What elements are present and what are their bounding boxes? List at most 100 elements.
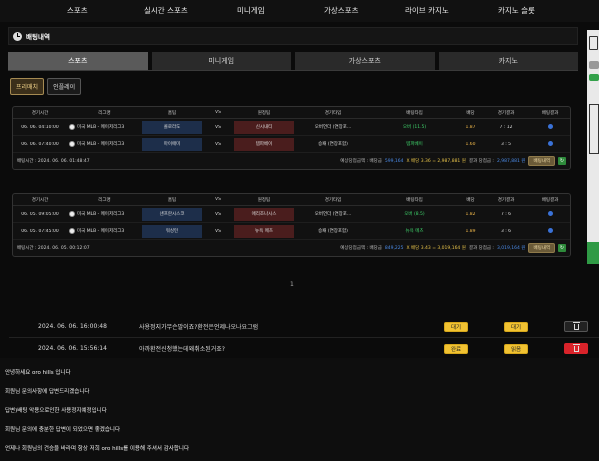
bet-result [528,140,572,148]
trash-icon [572,321,580,330]
bet-amount: 599,164 [384,158,404,164]
flag-icon [69,124,75,130]
col-time: 경기시간 [31,110,49,116]
logo-icon [589,36,598,50]
col-time: 경기시간 [31,197,49,203]
status-badge: 완료 [444,343,469,354]
divider [8,70,578,71]
answer-panel: 안녕하세요 oro hills 입니다 회원님 문의사항에 답변드리겠습니다 답… [0,358,599,461]
subtab-prematch[interactable]: 프리매치 [10,78,45,95]
inquiry-title[interactable]: 사용정지가무슨말이죠?환전은언제나오나요그럼 [139,322,258,331]
nav-live-sports[interactable]: 실시간 스포츠 [144,5,188,16]
inquiry-title[interactable]: 아까환전신청했는데왜취소된거죠? [139,344,225,353]
match-type: 승패 (연장포함) [318,142,348,147]
bet-time: 배팅시간 : 2024. 06. 05. 00:12:07 [17,246,90,251]
match-score: 3 : 6 [500,228,512,234]
table-header: 경기시간 리그명 홈팀 VS 원정팀 경기타입 배팅타입 배당 경기결과 배팅결… [13,107,570,119]
answer-line: 안녕하세요 oro hills 입니다 [5,370,71,376]
bet-time: 배팅시간 : 2024. 06. 06. 01:48:47 [17,159,90,164]
refresh-icon[interactable]: ↻ [558,157,566,165]
clock-icon [13,31,22,41]
home-team: 마이애미 [142,137,202,151]
bet-multiplier: X 배당 3.43 = 3,019,164 원 [406,246,466,251]
flag-icon [69,228,75,234]
league-name: 미국 MLB - 메이저리그3 [77,125,125,130]
table-header: 경기시간 리그명 홈팀 VS 원정팀 경기타입 배팅타입 배당 경기결과 배팅결… [13,194,570,206]
list-item[interactable]: 2024. 06. 06. 16:00:48 사용정지가무슨말이죠?환전은언제나… [9,316,599,338]
bet-summary: 예상당첨금액 : 배당금 599,164 X 배당 3.36 = 2,987,8… [340,156,566,166]
status-badge: 대기 [444,321,469,332]
side-box [589,104,599,154]
tab-sports[interactable]: 스포츠 [8,52,148,70]
refresh-icon[interactable]: ↻ [558,244,566,252]
page-header: 배팅내역 [8,27,578,45]
pagination-page[interactable]: 1 [290,281,294,288]
sub-tabs: 프리매치 인플레이 [10,78,82,95]
bet-history-button[interactable]: 배팅내역 [528,243,555,253]
bet-multiplier: X 배당 3.36 = 2,987,881 원 [406,159,466,164]
side-button-green[interactable] [589,74,599,81]
bet-summary: 예상당첨금액 : 배당금 849,225 X 배당 3.43 = 3,019,1… [340,243,566,253]
delete-button[interactable] [564,343,588,354]
inquiry-date: 2024. 06. 06. 15:56:14 [38,345,107,352]
list-item[interactable]: 2024. 06. 06. 15:56:14 아까환전신청했는데왜취소된거죠? … [9,338,599,360]
match-score: 7 : 12 [499,124,513,130]
category-tabs: 스포츠 미니게임 가상스포츠 카지노 [8,52,578,70]
league-cell: 미국 MLB - 메이저리그3 [67,141,142,147]
col-pick: 배팅타입 [406,110,423,116]
vs-label: VS [215,124,221,130]
bet-pick: 뉴욕 메츠 [405,229,424,234]
league-cell: 미국 MLB - 메이저리그3 [67,228,142,234]
col-score: 경기결과 [497,110,515,116]
delete-button[interactable] [564,321,588,332]
nav-live-casino[interactable]: 라이브 카지노 [405,5,449,16]
flag-icon [69,141,75,147]
side-action-button[interactable] [587,242,599,264]
match-time: 06. 06. 07:40:00 [21,141,59,147]
result-dot-icon [547,140,553,146]
nav-virtual-sports[interactable]: 가상스포츠 [324,5,359,16]
away-team: 신시내티 [234,120,294,134]
inquiry-list: 2024. 06. 06. 16:00:48 사용정지가무슨말이죠?환전은언제나… [9,316,599,360]
bet-result [528,210,572,218]
home-team: 워싱턴 [142,224,202,238]
amount-label: 예상당첨금액 : 배당금 [340,246,382,251]
tab-casino[interactable]: 카지노 [438,52,578,70]
nav-minigame[interactable]: 미니게임 [237,5,265,16]
col-odds: 배당 [466,110,475,116]
tab-virtual-sports[interactable]: 가상스포츠 [295,52,435,70]
table-row: 06. 06. 07:40:00 미국 MLB - 메이저리그3 마이애미 VS… [13,136,570,153]
side-button[interactable] [589,61,599,69]
result-label: 결과 당첨금 : [468,159,494,164]
answer-line: 회원님 문의사항에 답변드리겠습니다 [5,389,90,395]
away-team: 템파베이 [234,137,294,151]
bet-history-button[interactable]: 배팅내역 [528,156,555,166]
away-team: 애리조나시스 [234,207,294,221]
col-type: 경기타입 [324,197,342,203]
table-row: 06. 05. 09:05:00 미국 MLB - 메이저리그3 샌프란시스코 … [13,206,570,223]
flag-icon [69,211,75,217]
match-time: 06. 05. 07:45:00 [21,228,59,234]
col-type: 경기타입 [324,110,342,116]
nav-casino-slot[interactable]: 카지노 슬롯 [498,5,535,16]
answer-line: 회원님 문의에 충분한 답변이 되었으면 좋겠습니다 [5,427,121,433]
col-league: 리그명 [98,110,111,116]
col-result: 배팅결과 [541,110,559,116]
amount-label: 예상당첨금액 : 배당금 [340,159,382,164]
league-cell: 미국 MLB - 메이저리그3 [67,211,142,217]
nav-sports[interactable]: 스포츠 [67,5,88,16]
col-home: 홈팀 [167,197,177,203]
col-league: 리그명 [98,197,111,203]
tab-minigame[interactable]: 미니게임 [151,52,291,70]
league-name: 미국 MLB - 메이저리그3 [77,212,125,217]
subtab-inplay[interactable]: 인플레이 [47,78,82,95]
match-type: 오버언더 (연장포... [314,212,352,217]
match-type: 오버언더 (연장포... [314,125,352,130]
match-type: 승패 (연장포함) [318,229,348,234]
match-score: 7 : 6 [500,211,512,217]
col-score: 경기결과 [497,197,515,203]
page-title: 배팅내역 [26,33,50,41]
home-team: 샌프란시스코 [142,207,202,221]
side-panel [587,30,599,264]
league-name: 미국 MLB - 메이저리그3 [77,229,125,234]
